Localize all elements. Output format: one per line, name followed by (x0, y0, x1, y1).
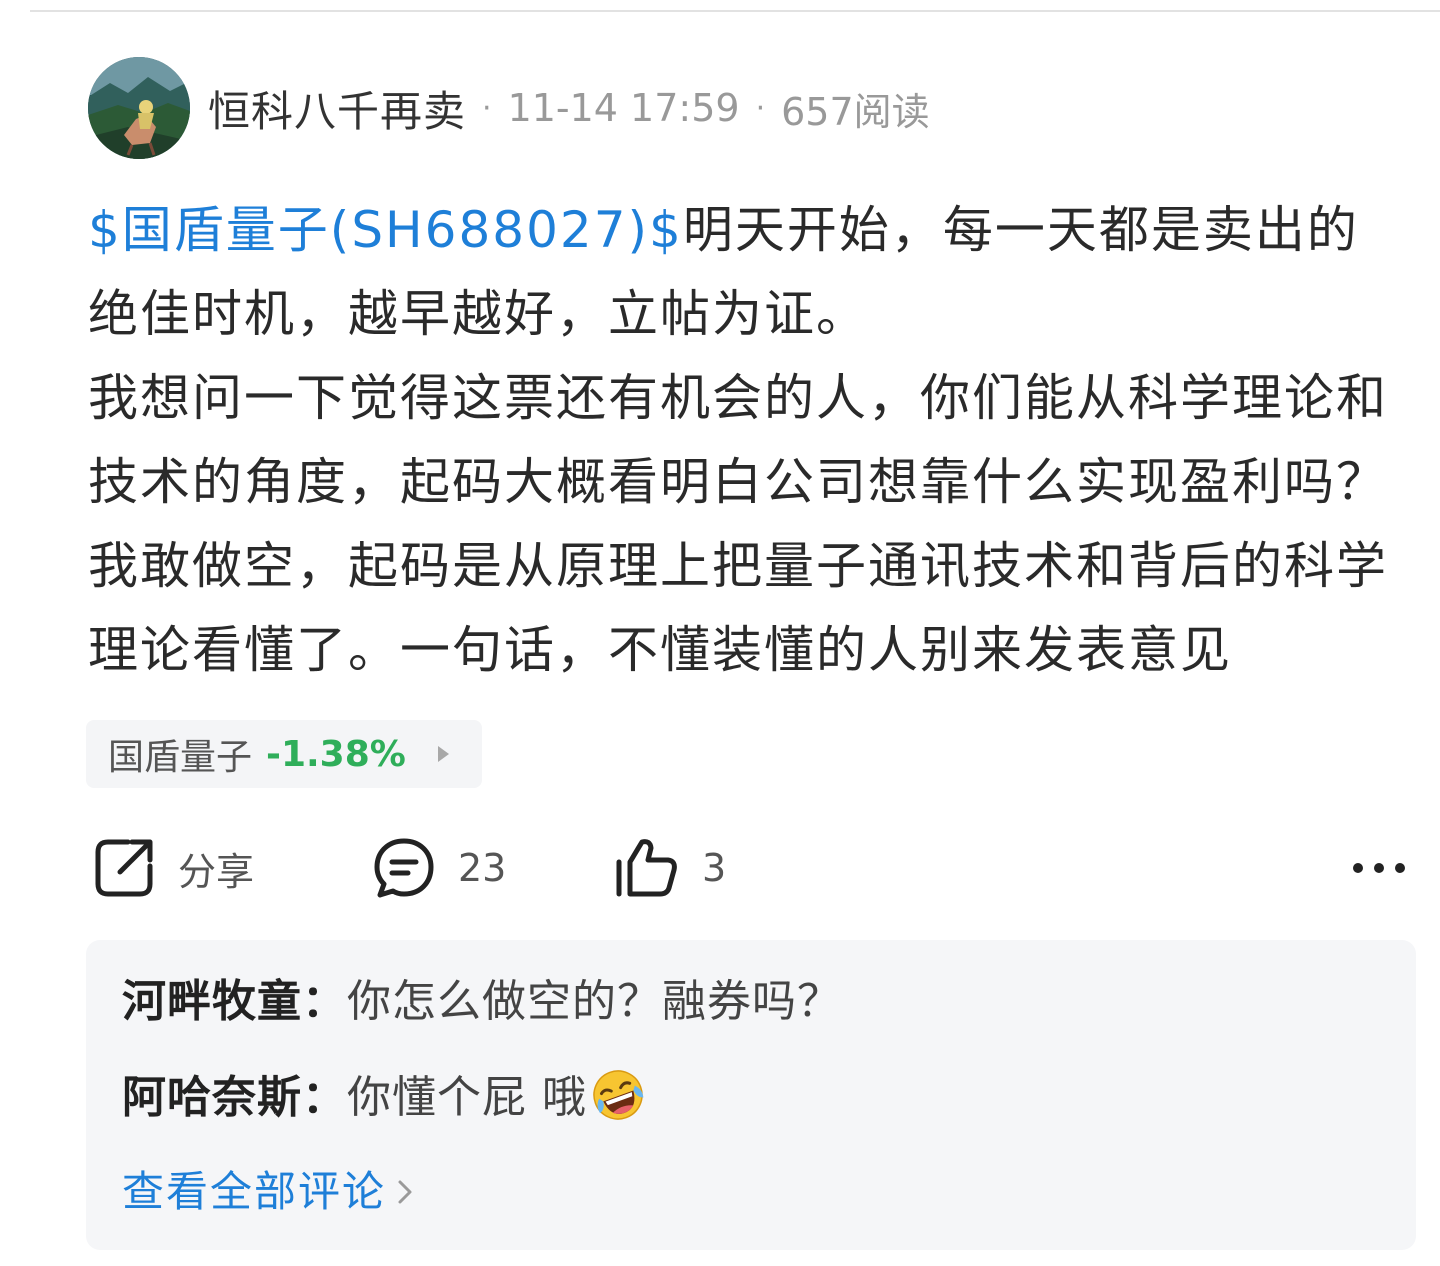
comment-item[interactable]: 河畔牧童：你怎么做空的？融券吗？ (122, 972, 842, 1032)
post-date: 11-14 17:59 (507, 86, 740, 130)
author-name[interactable]: 恒科八千再卖 (208, 78, 466, 139)
share-icon (95, 839, 153, 897)
comment-author[interactable]: 河畔牧童： (122, 976, 347, 1027)
thumbs-up-icon (616, 839, 677, 897)
comment-text: 你怎么做空的？融券吗？ (347, 976, 842, 1027)
chevron-right-icon (398, 1180, 412, 1204)
more-options-icon[interactable] (1350, 850, 1408, 886)
laughing-crying-emoji-icon (593, 1070, 644, 1120)
comment-item[interactable]: 阿哈奈斯：你懂个屁 哦 (122, 1068, 645, 1128)
comment-icon (374, 838, 434, 898)
top-divider (30, 10, 1440, 12)
meta-separator: · (755, 90, 766, 126)
view-all-label: 查看全部评论 (122, 1167, 387, 1216)
stock-quote-chip[interactable]: 国盾量子 -1.38% (86, 720, 482, 788)
comment-author[interactable]: 阿哈奈斯： (122, 1072, 347, 1123)
meta-separator: · (482, 90, 492, 126)
share-button[interactable]: 分享 (92, 836, 254, 900)
view-all-comments-link[interactable]: 查看全部评论 (122, 1162, 414, 1222)
share-label: 分享 (178, 849, 255, 894)
post-body-text: 明天开始，每一天都是卖出的绝佳时机，越早越好，立帖为证。 我想问一下觉得这票还有机… (88, 201, 1388, 679)
post-header: 恒科八千再卖 · 11-14 17:59 · 657阅读 (88, 56, 930, 160)
read-count: 657阅读 (781, 89, 930, 134)
stock-tag-link[interactable]: $国盾量子(SH688027)$ (88, 201, 683, 259)
like-count: 3 (702, 846, 727, 890)
like-button[interactable]: 3 (614, 836, 726, 900)
comment-count: 23 (458, 846, 507, 890)
avatar[interactable] (88, 57, 190, 159)
comment-button[interactable]: 23 (372, 836, 506, 900)
play-arrow-icon (437, 746, 449, 762)
avatar-image (88, 57, 190, 159)
stock-change: -1.38% (266, 733, 406, 775)
stock-name: 国盾量子 (108, 737, 253, 778)
comment-text: 你懂个屁 哦 (347, 1072, 587, 1123)
comments-preview: 河畔牧童：你怎么做空的？融券吗？ 阿哈奈斯：你懂个屁 哦 查看全部评论 (86, 940, 1416, 1250)
post-body[interactable]: $国盾量子(SH688027)$明天开始，每一天都是卖出的绝佳时机，越早越好，立… (88, 188, 1408, 692)
